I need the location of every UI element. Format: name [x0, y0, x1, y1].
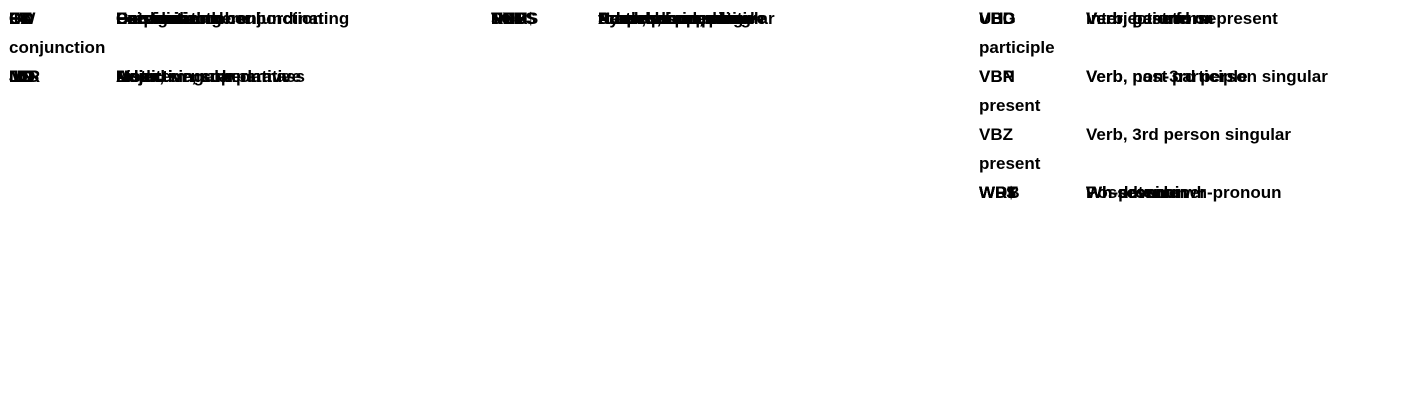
tag-code: TO	[491, 9, 515, 28]
tag-entry: IN Preposition or subordinating conjunctio…	[9, 4, 429, 62]
tag-description: Verb, non-3rd person singular	[1086, 67, 1328, 86]
pos-tag-reference: { "columns": [ [ {"tag": "CC", "descript…	[0, 0, 1407, 411]
tag-code: NN	[9, 67, 34, 86]
tag-code: VBG	[979, 9, 1016, 28]
tag-code: VBZ	[979, 125, 1013, 144]
tag-description: Verb, 3rd person singular	[1086, 125, 1292, 144]
tag-description: Noun, singular or mass	[116, 67, 305, 86]
tag-description: Wh-adverb	[1086, 183, 1174, 202]
tag-entry: VBZ Verb, 3rd person singular present	[979, 120, 1399, 178]
tag-code: IN	[9, 9, 26, 28]
tag-column-3: UH Interjection VB Verb, base form VBD Verb, …	[979, 4, 1399, 202]
tag-description-continuation: participle	[979, 38, 1055, 57]
tag-description: Verb, gerund or present	[1086, 9, 1278, 28]
tag-description-continuation: present	[979, 96, 1041, 115]
tag-description: to	[598, 9, 615, 28]
tag-code: WRB	[979, 183, 1020, 202]
tag-entry: VBP Verb, non-3rd person singular present	[979, 62, 1399, 120]
tag-description-continuation: present	[979, 154, 1041, 173]
tag-entry: VBG Verb, gerund or present participle	[979, 4, 1399, 62]
tag-description: Preposition or subordinating	[116, 9, 350, 28]
tag-code: VBP	[979, 67, 1014, 86]
tag-column-1: CC Coordinating conjunction CD Cardinal num…	[9, 4, 429, 86]
tag-description-continuation: conjunction	[9, 38, 106, 57]
